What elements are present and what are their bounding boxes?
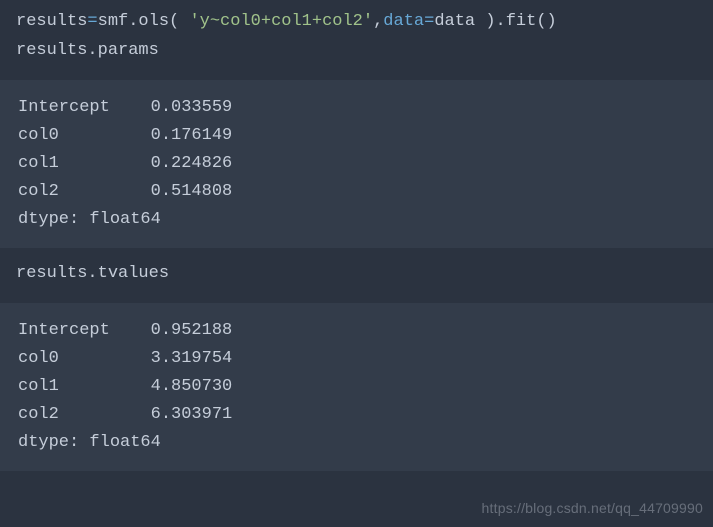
output-line: col1 4.850730	[18, 373, 695, 401]
code-line: results=smf.ols( 'y~col0+col1+col2',data…	[16, 8, 697, 37]
token-punc: ,	[373, 12, 383, 31]
token-call: smf.ols(	[98, 12, 190, 31]
output-line: Intercept 0.952188	[18, 317, 695, 345]
output-line: dtype: float64	[18, 429, 695, 457]
code-cell-2: results.tvalues	[0, 252, 713, 299]
token-string: 'y~col0+col1+col2'	[189, 12, 373, 31]
code-cell-1: results=smf.ols( 'y~col0+col1+col2',data…	[0, 0, 713, 76]
output-line: Intercept 0.033559	[18, 94, 695, 122]
output-line: col1 0.224826	[18, 150, 695, 178]
token-op: =	[87, 12, 97, 31]
output-line: col2 6.303971	[18, 401, 695, 429]
token-op: =	[424, 12, 434, 31]
code-line: results.tvalues	[16, 260, 697, 289]
watermark-text: https://blog.csdn.net/qq_44709990	[482, 497, 703, 521]
token-var: results	[16, 12, 87, 31]
output-cell-2: Intercept 0.952188 col0 3.319754 col1 4.…	[0, 303, 713, 471]
code-line: results.params	[16, 37, 697, 66]
output-cell-1: Intercept 0.033559 col0 0.176149 col1 0.…	[0, 80, 713, 248]
output-line: col0 3.319754	[18, 345, 695, 373]
token-call: data ).fit()	[434, 12, 556, 31]
token-kwarg: data	[383, 12, 424, 31]
output-line: dtype: float64	[18, 206, 695, 234]
output-line: col2 0.514808	[18, 178, 695, 206]
output-line: col0 0.176149	[18, 122, 695, 150]
